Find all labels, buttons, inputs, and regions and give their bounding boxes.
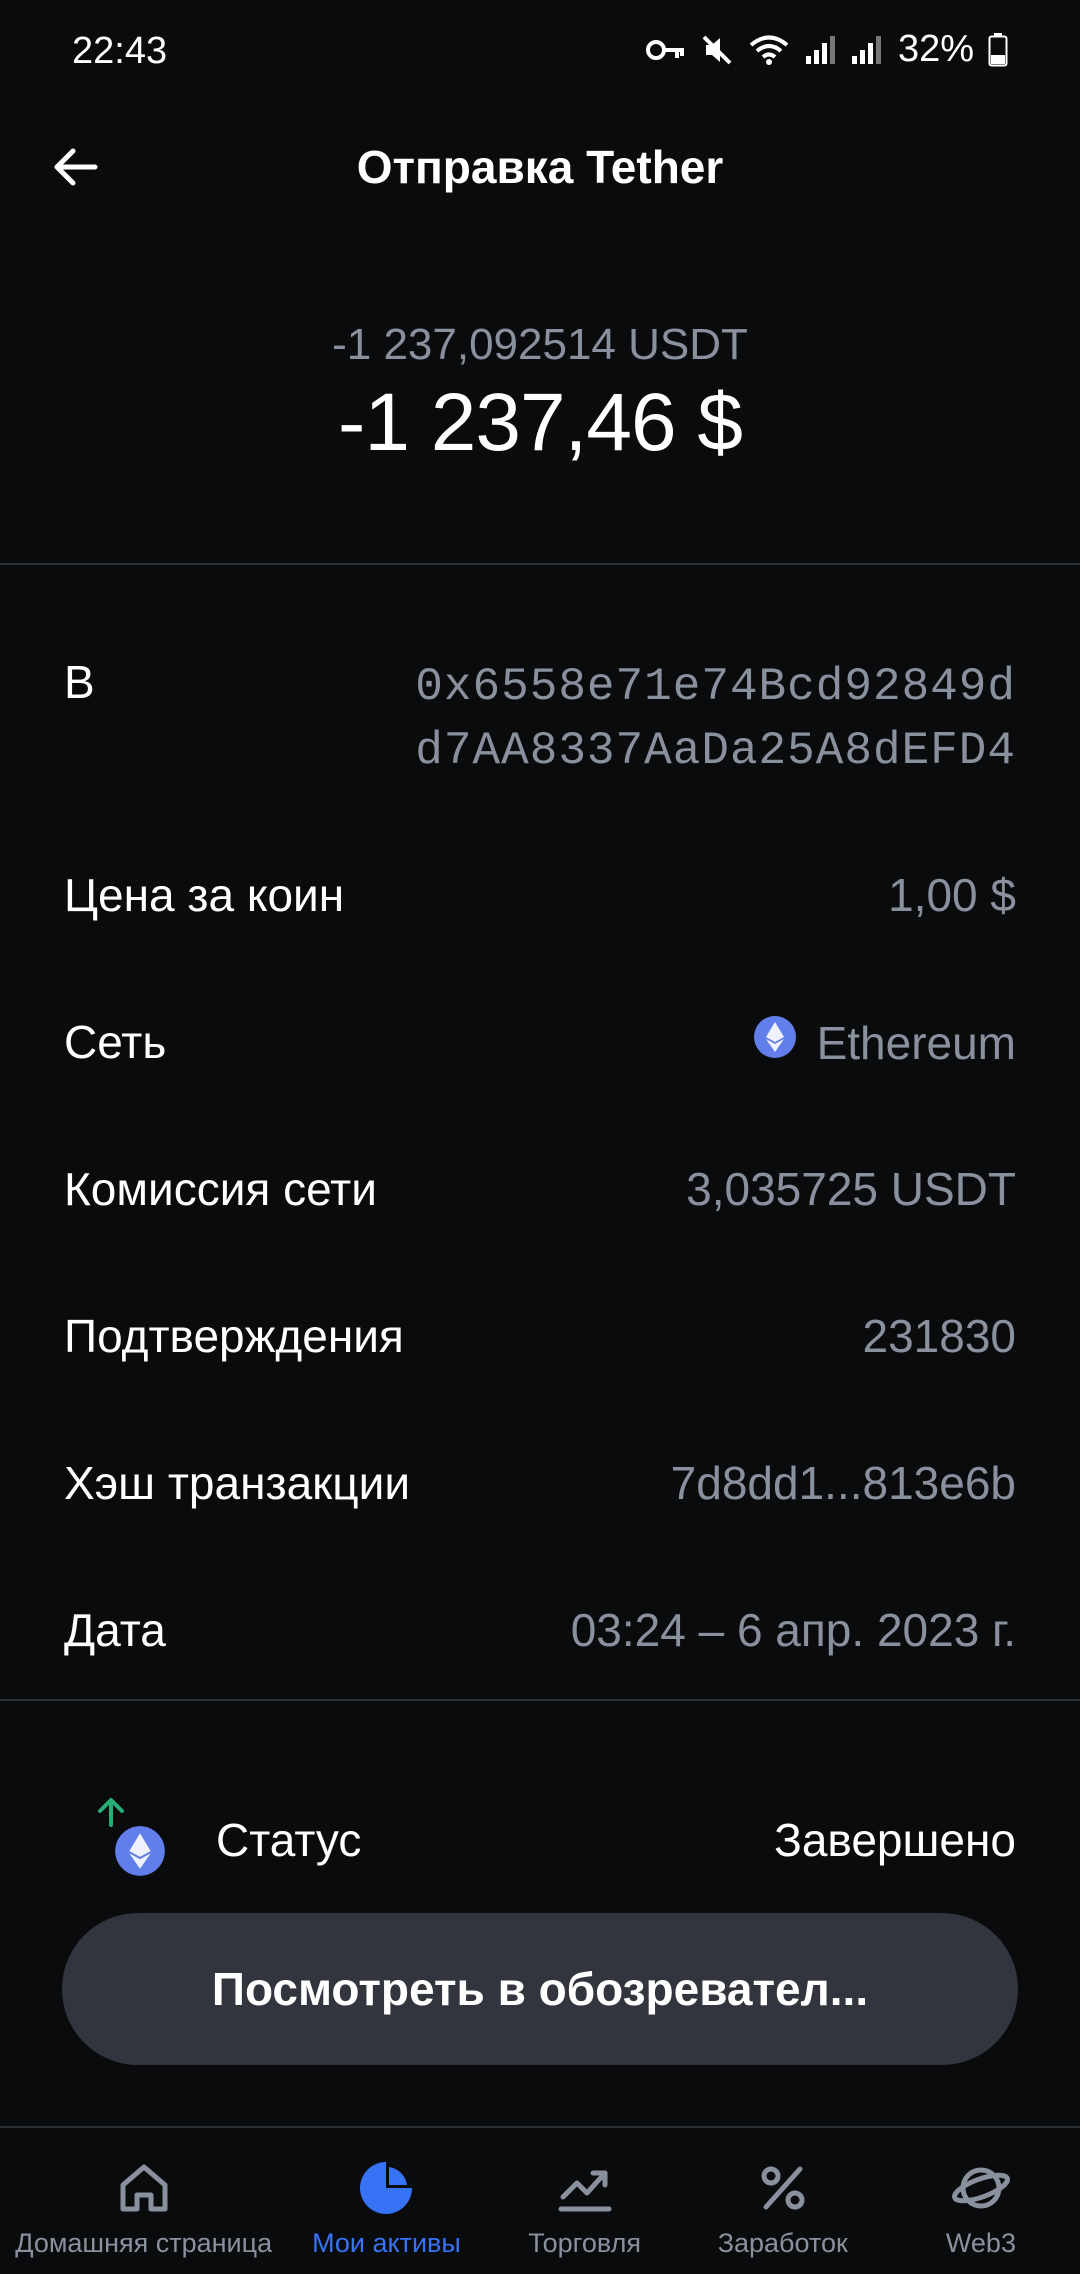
- nav-item-earn[interactable]: Заработок: [684, 2128, 882, 2274]
- detail-row-network: Сеть Ethereum: [64, 1015, 1016, 1070]
- screen: 22:43 32% Отправка Tether -1 237,092514 …: [0, 0, 1080, 2274]
- detail-row-recipient: В 0x6558e71e74Bcd92849d d7AA8337AaDa25A8…: [64, 655, 1016, 783]
- nav-label-my-assets: Мои активы: [312, 2228, 461, 2258]
- date-label: Дата: [64, 1604, 166, 1656]
- signal-icon: [804, 34, 836, 66]
- recipient-address-line1: 0x6558e71e74Bcd92849d: [415, 661, 1016, 713]
- detail-row-price: Цена за коин 1,00 $: [64, 868, 1016, 922]
- ethereum-icon: [115, 1826, 165, 1876]
- mute-icon: [700, 33, 734, 67]
- pie-chart-icon: [358, 2158, 414, 2218]
- price-label: Цена за коин: [64, 869, 345, 921]
- confirmations-label: Подтверждения: [64, 1310, 404, 1362]
- home-icon: [117, 2158, 171, 2218]
- nav-item-web3[interactable]: Web3: [882, 2128, 1080, 2274]
- recipient-address[interactable]: 0x6558e71e74Bcd92849d d7AA8337AaDa25A8dE…: [415, 655, 1016, 783]
- detail-row-confirmations: Подтверждения 231830: [64, 1309, 1016, 1363]
- price-value: 1,00 $: [888, 869, 1016, 921]
- nav-item-home[interactable]: Домашняя страница: [0, 2128, 287, 2274]
- network-value: Ethereum: [753, 1015, 1016, 1070]
- status-time: 22:43: [72, 30, 168, 72]
- send-arrow-icon: [98, 1798, 124, 1827]
- trending-up-icon: [557, 2158, 613, 2218]
- crypto-amount: -1 237,092514 USDT: [332, 320, 748, 369]
- nav-label-web3: Web3: [945, 2228, 1016, 2258]
- recipient-label: В: [64, 656, 95, 708]
- planet-icon: [951, 2158, 1011, 2218]
- fiat-amount: -1 237,46 $: [338, 377, 743, 468]
- detail-row-date: Дата 03:24 – 6 апр. 2023 г.: [64, 1603, 1016, 1657]
- nav-item-my-assets[interactable]: Мои активы: [287, 2128, 485, 2274]
- view-in-explorer-button[interactable]: Посмотреть в обозревател...: [62, 1913, 1018, 2065]
- status-icons: 32%: [645, 28, 1008, 71]
- ethereum-icon: [753, 1015, 797, 1070]
- recipient-address-line2: d7AA8337AaDa25A8dEFD4: [415, 725, 1016, 777]
- bottom-nav: Домашняя страница Мои активы Торговля За…: [0, 2126, 1080, 2274]
- detail-row-fee: Комиссия сети 3,035725 USDT: [64, 1162, 1016, 1216]
- status-value: Завершено: [774, 1814, 1016, 1866]
- status-bar: 22:43 32%: [0, 0, 1080, 110]
- fee-label: Комиссия сети: [64, 1163, 377, 1215]
- vpn-key-icon: [645, 35, 686, 65]
- battery-percent: 32%: [897, 28, 974, 70]
- signal-icon: [850, 34, 882, 66]
- divider: [0, 1699, 1080, 1701]
- status-label: Статус: [216, 1814, 362, 1866]
- nav-label-trade: Торговля: [528, 2228, 641, 2258]
- detail-row-hash: Хэш транзакции 7d8dd1...813e6b: [64, 1456, 1016, 1510]
- nav-item-trade[interactable]: Торговля: [486, 2128, 684, 2274]
- wifi-icon: [748, 33, 790, 67]
- page-title: Отправка Tether: [356, 141, 724, 193]
- fee-value: 3,035725 USDT: [686, 1163, 1016, 1215]
- network-label: Сеть: [64, 1016, 167, 1068]
- date-value: 03:24 – 6 апр. 2023 г.: [570, 1604, 1016, 1656]
- hash-label: Хэш транзакции: [64, 1457, 411, 1509]
- app-bar: Отправка Tether: [0, 110, 1080, 225]
- hash-value[interactable]: 7d8dd1...813e6b: [671, 1456, 1016, 1510]
- network-name: Ethereum: [816, 1016, 1016, 1069]
- nav-label-earn: Заработок: [717, 2228, 848, 2258]
- amount-section: -1 237,092514 USDT -1 237,46 $: [0, 320, 1080, 470]
- status-row: Статус Завершено: [64, 1780, 1016, 1900]
- percent-icon: [756, 2158, 810, 2218]
- nav-label-home: Домашняя страница: [15, 2228, 273, 2258]
- divider: [0, 563, 1080, 565]
- status-icon: [94, 1785, 204, 1895]
- confirmations-value: 231830: [862, 1310, 1017, 1362]
- battery-icon: [988, 32, 1008, 67]
